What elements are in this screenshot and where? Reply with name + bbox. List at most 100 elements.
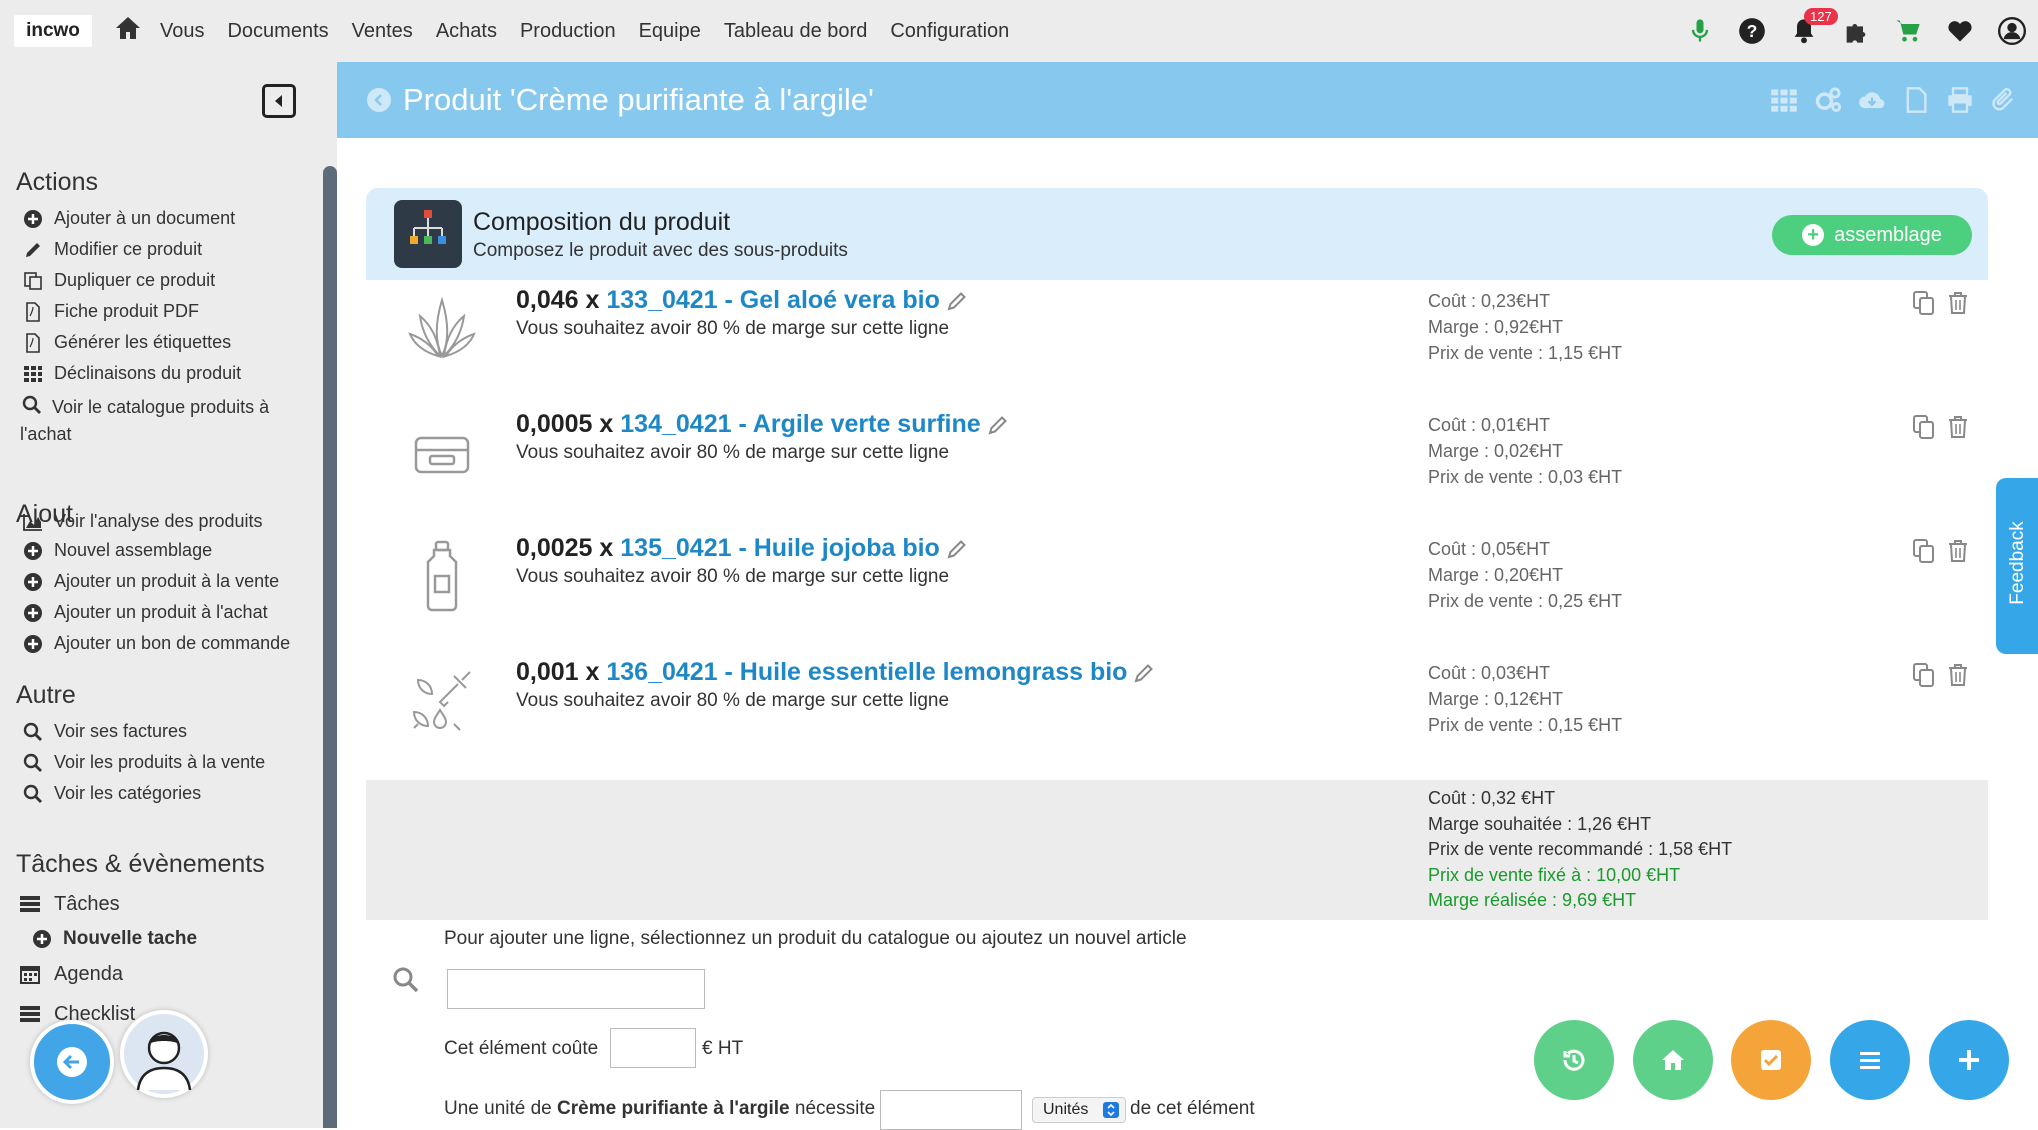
sidebar-item-ajouter-produit-achat[interactable]: Ajouter un produit à l'achat: [22, 602, 268, 624]
menu-production[interactable]: Production: [520, 20, 616, 43]
back-bubble-button[interactable]: [30, 1020, 114, 1104]
print-icon[interactable]: [1938, 86, 1982, 114]
sidebar-scrollbar[interactable]: [323, 166, 337, 1128]
microphone-icon[interactable]: [1674, 0, 1726, 62]
total-cout: Coût : 0,32 €HT: [1428, 788, 1556, 808]
sidebar-item-nouvel-assemblage[interactable]: Nouvel assemblage: [22, 540, 212, 562]
row-costs: Coût : 0,03€HT Marge : 0,12€HT Prix de v…: [1428, 660, 1622, 738]
composition-row-title: 0,046 x 133_0421 - Gel aloé vera bio: [516, 286, 968, 315]
pencil-icon[interactable]: [946, 538, 968, 560]
trash-icon[interactable]: [1943, 536, 1973, 566]
sidebar-item-nouvelle-tache[interactable]: Nouvelle tache: [31, 928, 197, 950]
bell-icon[interactable]: 127: [1778, 0, 1838, 62]
feedback-tab[interactable]: Feedback: [1996, 478, 2038, 654]
menu-documents[interactable]: Documents: [227, 20, 328, 43]
sidebar-item-declinaisons[interactable]: Déclinaisons du produit: [22, 363, 241, 385]
sidebar-item-label: Agenda: [54, 963, 123, 985]
avatar[interactable]: [120, 1010, 208, 1098]
collapse-sidebar-button[interactable]: [262, 84, 296, 118]
add-button[interactable]: [1929, 1020, 2009, 1100]
sidebar-item-ajouter-bon-commande[interactable]: Ajouter un bon de commande: [22, 633, 290, 655]
copy-icon[interactable]: [1909, 412, 1939, 442]
home-button[interactable]: [1633, 1020, 1713, 1100]
copy-icon[interactable]: [1909, 536, 1939, 566]
sidebar-item-modifier-produit[interactable]: Modifier ce produit: [22, 239, 202, 261]
sidebar-item-agenda[interactable]: Agenda: [16, 963, 123, 986]
help-icon[interactable]: ?: [1726, 0, 1778, 62]
gears-icon[interactable]: [1806, 86, 1850, 114]
sidebar-item-label: Dupliquer ce produit: [54, 270, 216, 290]
sidebar-item-dupliquer-produit[interactable]: Dupliquer ce produit: [22, 270, 215, 292]
product-link[interactable]: 134_0421 - Argile verte surfine: [620, 410, 980, 438]
autre-title: Autre: [16, 681, 76, 709]
row-costs: Coût : 0,05€HT Marge : 0,20€HT Prix de v…: [1428, 536, 1622, 614]
sidebar-item-ajouter-produit-vente[interactable]: Ajouter un produit à la vente: [22, 571, 279, 593]
menu-vous[interactable]: Vous: [160, 20, 204, 43]
cost-unit: € HT: [702, 1038, 744, 1059]
search-icon: [22, 783, 44, 805]
product-link[interactable]: 133_0421 - Gel aloé vera bio: [606, 286, 940, 314]
trash-icon[interactable]: [1943, 660, 1973, 690]
user-icon[interactable]: [1986, 0, 2038, 62]
paperclip-icon[interactable]: [1982, 86, 2026, 114]
calendar-icon: [16, 963, 44, 985]
menu-equipe[interactable]: Equipe: [639, 20, 701, 43]
pencil-icon[interactable]: [946, 290, 968, 312]
history-button[interactable]: [1534, 1020, 1614, 1100]
copy-icon[interactable]: [1909, 288, 1939, 318]
product-link[interactable]: 136_0421 - Huile essentielle lemongrass …: [606, 658, 1127, 686]
menu-button[interactable]: [1830, 1020, 1910, 1100]
puzzle-icon[interactable]: [1830, 0, 1882, 62]
home-icon[interactable]: [114, 15, 142, 48]
pencil-icon[interactable]: [987, 414, 1009, 436]
row-actions: [1909, 536, 1977, 566]
app-logo[interactable]: incwo: [14, 15, 92, 47]
trash-icon[interactable]: [1943, 412, 1973, 442]
copy-icon[interactable]: [1909, 660, 1939, 690]
row-prix: Prix de vente : 0,03 €HT: [1428, 467, 1623, 487]
sidebar-item-label: Générer les étiquettes: [54, 332, 232, 352]
grid-icon: [22, 363, 44, 385]
sidebar-item-voir-factures[interactable]: Voir ses factures: [22, 721, 187, 743]
grid-icon[interactable]: [1762, 86, 1806, 114]
back-icon[interactable]: [367, 88, 391, 112]
row-actions: [1909, 288, 1977, 318]
trash-icon[interactable]: [1943, 288, 1973, 318]
menu-configuration[interactable]: Configuration: [890, 20, 1009, 43]
box-icon: [404, 414, 480, 490]
cost-input[interactable]: [610, 1028, 696, 1068]
quantity: 0,046 x: [516, 286, 607, 314]
unit-select[interactable]: Unités: [1032, 1097, 1126, 1123]
sidebar-item-generer-etiquettes[interactable]: Générer les étiquettes: [22, 332, 231, 354]
sidebar-item-fiche-pdf[interactable]: Fiche produit PDF: [22, 301, 199, 323]
menu-tableau-de-bord[interactable]: Tableau de bord: [724, 20, 867, 43]
row-cout: Coût : 0,01€HT: [1428, 415, 1551, 435]
svg-text:?: ?: [1747, 21, 1758, 41]
sidebar-item-catalogue-achat[interactable]: Voir le catalogue produits à l'achat: [20, 394, 292, 448]
actions-title: Actions: [16, 168, 98, 196]
sidebar-item-taches[interactable]: Tâches: [16, 893, 120, 916]
unit-quantity-input[interactable]: [880, 1090, 1022, 1130]
menu-ventes[interactable]: Ventes: [352, 20, 413, 43]
sidebar-item-label: Voir les produits à la vente: [54, 752, 266, 772]
sidebar-item-voir-categories[interactable]: Voir les catégories: [22, 783, 201, 805]
sidebar-item-ajouter-document[interactable]: Ajouter à un document: [22, 208, 235, 230]
page-title: Produit 'Crème purifiante à l'argile': [403, 82, 874, 117]
product-link[interactable]: 135_0421 - Huile jojoba bio: [620, 534, 940, 562]
header-actions: [1762, 62, 2026, 138]
menu-achats[interactable]: Achats: [436, 20, 497, 43]
cloud-download-icon[interactable]: [1850, 86, 1894, 114]
plus-icon: +: [1802, 224, 1825, 246]
aloe-icon: [404, 290, 480, 366]
pencil-icon[interactable]: [1133, 662, 1155, 684]
heart-icon[interactable]: [1934, 0, 1986, 62]
sidebar-item-label: Modifier ce produit: [54, 239, 203, 259]
assemblage-button[interactable]: + assemblage: [1772, 215, 1972, 255]
plus-circle-icon: [22, 208, 44, 230]
cart-icon[interactable]: [1882, 0, 1934, 62]
product-search-input[interactable]: [447, 969, 705, 1009]
document-icon[interactable]: [1894, 86, 1938, 114]
tasks-button[interactable]: [1731, 1020, 1811, 1100]
composition-title: Composition du produit: [473, 208, 731, 236]
sidebar-item-voir-produits-vente[interactable]: Voir les produits à la vente: [22, 752, 265, 774]
